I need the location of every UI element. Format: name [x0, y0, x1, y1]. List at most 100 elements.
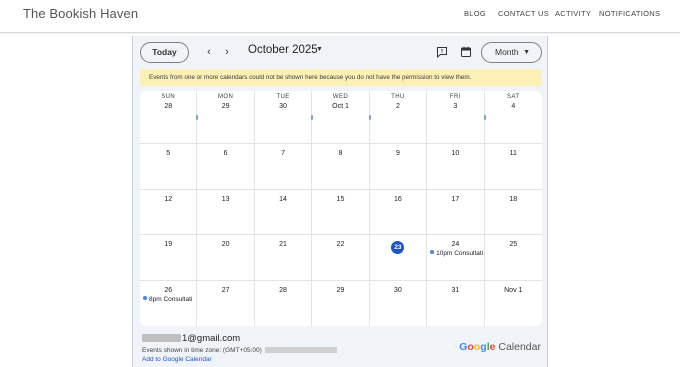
day-number[interactable]: 31: [427, 287, 483, 294]
month-grid: SUN 28 MON 29 TUE 30 WED Oct 1 THU 2 FRI 3 SAT 4 5 6 7 8 9…: [140, 91, 542, 326]
nav-link-notifications[interactable]: NOTIFICATIONS: [599, 9, 660, 18]
caret-down-icon[interactable]: ▼: [316, 46, 323, 53]
day-number[interactable]: 3: [427, 103, 483, 110]
day-number[interactable]: 11: [485, 150, 542, 157]
day-cell[interactable]: 10: [427, 144, 485, 190]
nav-link-contact-us[interactable]: CONTACT US: [498, 9, 549, 18]
day-number[interactable]: 10: [427, 150, 483, 157]
day-number[interactable]: 25: [485, 241, 542, 248]
day-number[interactable]: 29: [312, 287, 368, 294]
event-label: 10pm Consultati: [436, 250, 483, 257]
day-cell[interactable]: 14: [254, 189, 313, 235]
day-number[interactable]: 14: [255, 196, 311, 203]
feedback-icon[interactable]: [436, 46, 448, 58]
event-continuation-marker: [196, 115, 199, 120]
day-cell[interactable]: 25: [484, 235, 542, 281]
day-number[interactable]: 29: [197, 103, 253, 110]
day-number[interactable]: 16: [370, 196, 426, 203]
day-cell[interactable]: TUE 30: [254, 91, 313, 144]
event-continuation-marker: [311, 115, 314, 120]
day-cell[interactable]: 24 10pm Consultati: [427, 235, 485, 281]
day-number[interactable]: 9: [370, 150, 426, 157]
day-cell[interactable]: MON 29: [196, 91, 255, 144]
day-number[interactable]: 27: [197, 287, 253, 294]
day-number[interactable]: 17: [427, 196, 483, 203]
day-cell[interactable]: 8: [312, 144, 370, 190]
day-cell[interactable]: THU 2: [368, 91, 428, 144]
day-cell[interactable]: 20: [197, 235, 255, 281]
permission-warning: Events from one or more calendars could …: [140, 69, 542, 86]
day-number[interactable]: 15: [312, 196, 368, 203]
google-wordmark: Google: [459, 341, 495, 353]
day-cell[interactable]: 23: [369, 235, 428, 281]
day-cell[interactable]: Nov 1: [485, 281, 542, 327]
month-title[interactable]: October 2025: [248, 44, 318, 56]
add-to-google-calendar-link[interactable]: Add to Google Calendar: [142, 356, 212, 363]
day-number[interactable]: 18: [485, 196, 542, 203]
day-number[interactable]: Oct 1: [312, 103, 368, 110]
day-number[interactable]: 2: [370, 103, 426, 110]
day-cell[interactable]: WED Oct 1: [311, 91, 370, 144]
weekday-label: WED: [332, 94, 349, 100]
day-number[interactable]: 30: [370, 287, 426, 294]
calendar-icon[interactable]: [460, 46, 472, 58]
day-number[interactable]: 28: [140, 103, 196, 110]
day-number[interactable]: 30: [255, 103, 311, 110]
day-number[interactable]: 28: [255, 287, 311, 294]
day-cell[interactable]: 11: [484, 144, 542, 190]
view-select[interactable]: Month ▼: [481, 42, 542, 63]
day-number[interactable]: 22: [312, 241, 368, 248]
day-number[interactable]: 5: [140, 150, 196, 157]
day-cell[interactable]: 28: [255, 280, 313, 326]
day-cell[interactable]: 12: [140, 189, 198, 235]
day-number[interactable]: 19: [140, 241, 196, 248]
day-cell[interactable]: SUN 28: [140, 91, 198, 144]
day-cell[interactable]: 26 8pm Consultati: [140, 280, 198, 326]
day-cell[interactable]: 27: [197, 280, 255, 326]
site-title[interactable]: The Bookish Haven: [23, 6, 138, 21]
day-number[interactable]: Nov 1: [485, 287, 542, 294]
day-cell[interactable]: 5: [140, 144, 198, 190]
nav-link-blog[interactable]: BLOG: [464, 9, 486, 18]
calendar-event[interactable]: 8pm Consultati: [143, 295, 195, 303]
day-cell[interactable]: 17: [427, 189, 485, 235]
day-number[interactable]: 12: [140, 196, 196, 203]
day-cell[interactable]: 29: [312, 280, 370, 326]
view-select-label: Month: [495, 47, 519, 57]
day-cell[interactable]: 7: [254, 144, 313, 190]
day-cell[interactable]: 22: [312, 235, 370, 281]
day-number[interactable]: 4: [485, 103, 542, 110]
day-cell[interactable]: 6: [197, 144, 255, 190]
google-calendar-logo[interactable]: Google Calendar: [459, 341, 541, 353]
day-cell[interactable]: 16: [369, 189, 428, 235]
event-dot-icon: [143, 295, 147, 300]
day-cell[interactable]: 13: [197, 189, 255, 235]
day-cell[interactable]: 18: [484, 190, 542, 235]
day-number[interactable]: 13: [197, 196, 253, 203]
day-number[interactable]: 26: [140, 287, 196, 294]
day-number[interactable]: 20: [197, 241, 253, 248]
day-cell[interactable]: SAT 4: [483, 91, 542, 144]
day-cell[interactable]: 9: [369, 144, 428, 190]
chevron-left-icon[interactable]: ‹: [203, 45, 215, 59]
day-cell[interactable]: 15: [312, 189, 370, 235]
today-button[interactable]: Today: [140, 42, 189, 63]
today-date-marker[interactable]: 23: [391, 241, 405, 254]
day-cell[interactable]: 19: [140, 235, 198, 281]
chevron-right-icon[interactable]: ›: [221, 45, 233, 59]
event-continuation-marker: [368, 115, 371, 120]
nav-link-activity[interactable]: ACTIVITY: [555, 9, 591, 18]
day-number[interactable]: 6: [197, 150, 253, 157]
day-number[interactable]: 8: [312, 150, 368, 157]
day-cell[interactable]: 21: [254, 235, 313, 281]
day-cell[interactable]: 30: [370, 280, 428, 326]
day-number[interactable]: 7: [255, 150, 311, 157]
wordmark-letter: e: [489, 341, 496, 353]
day-cell[interactable]: FRI 3: [427, 91, 485, 144]
calendar-event[interactable]: 10pm Consultati: [430, 250, 483, 257]
day-number[interactable]: 24: [427, 241, 483, 248]
weekday-label: THU: [391, 94, 405, 100]
day-number[interactable]: 21: [255, 241, 311, 248]
day-cell[interactable]: 31: [427, 280, 485, 326]
calendar-toolbar: Today ‹ › October 2025 ▼ Month ▼: [133, 36, 549, 68]
